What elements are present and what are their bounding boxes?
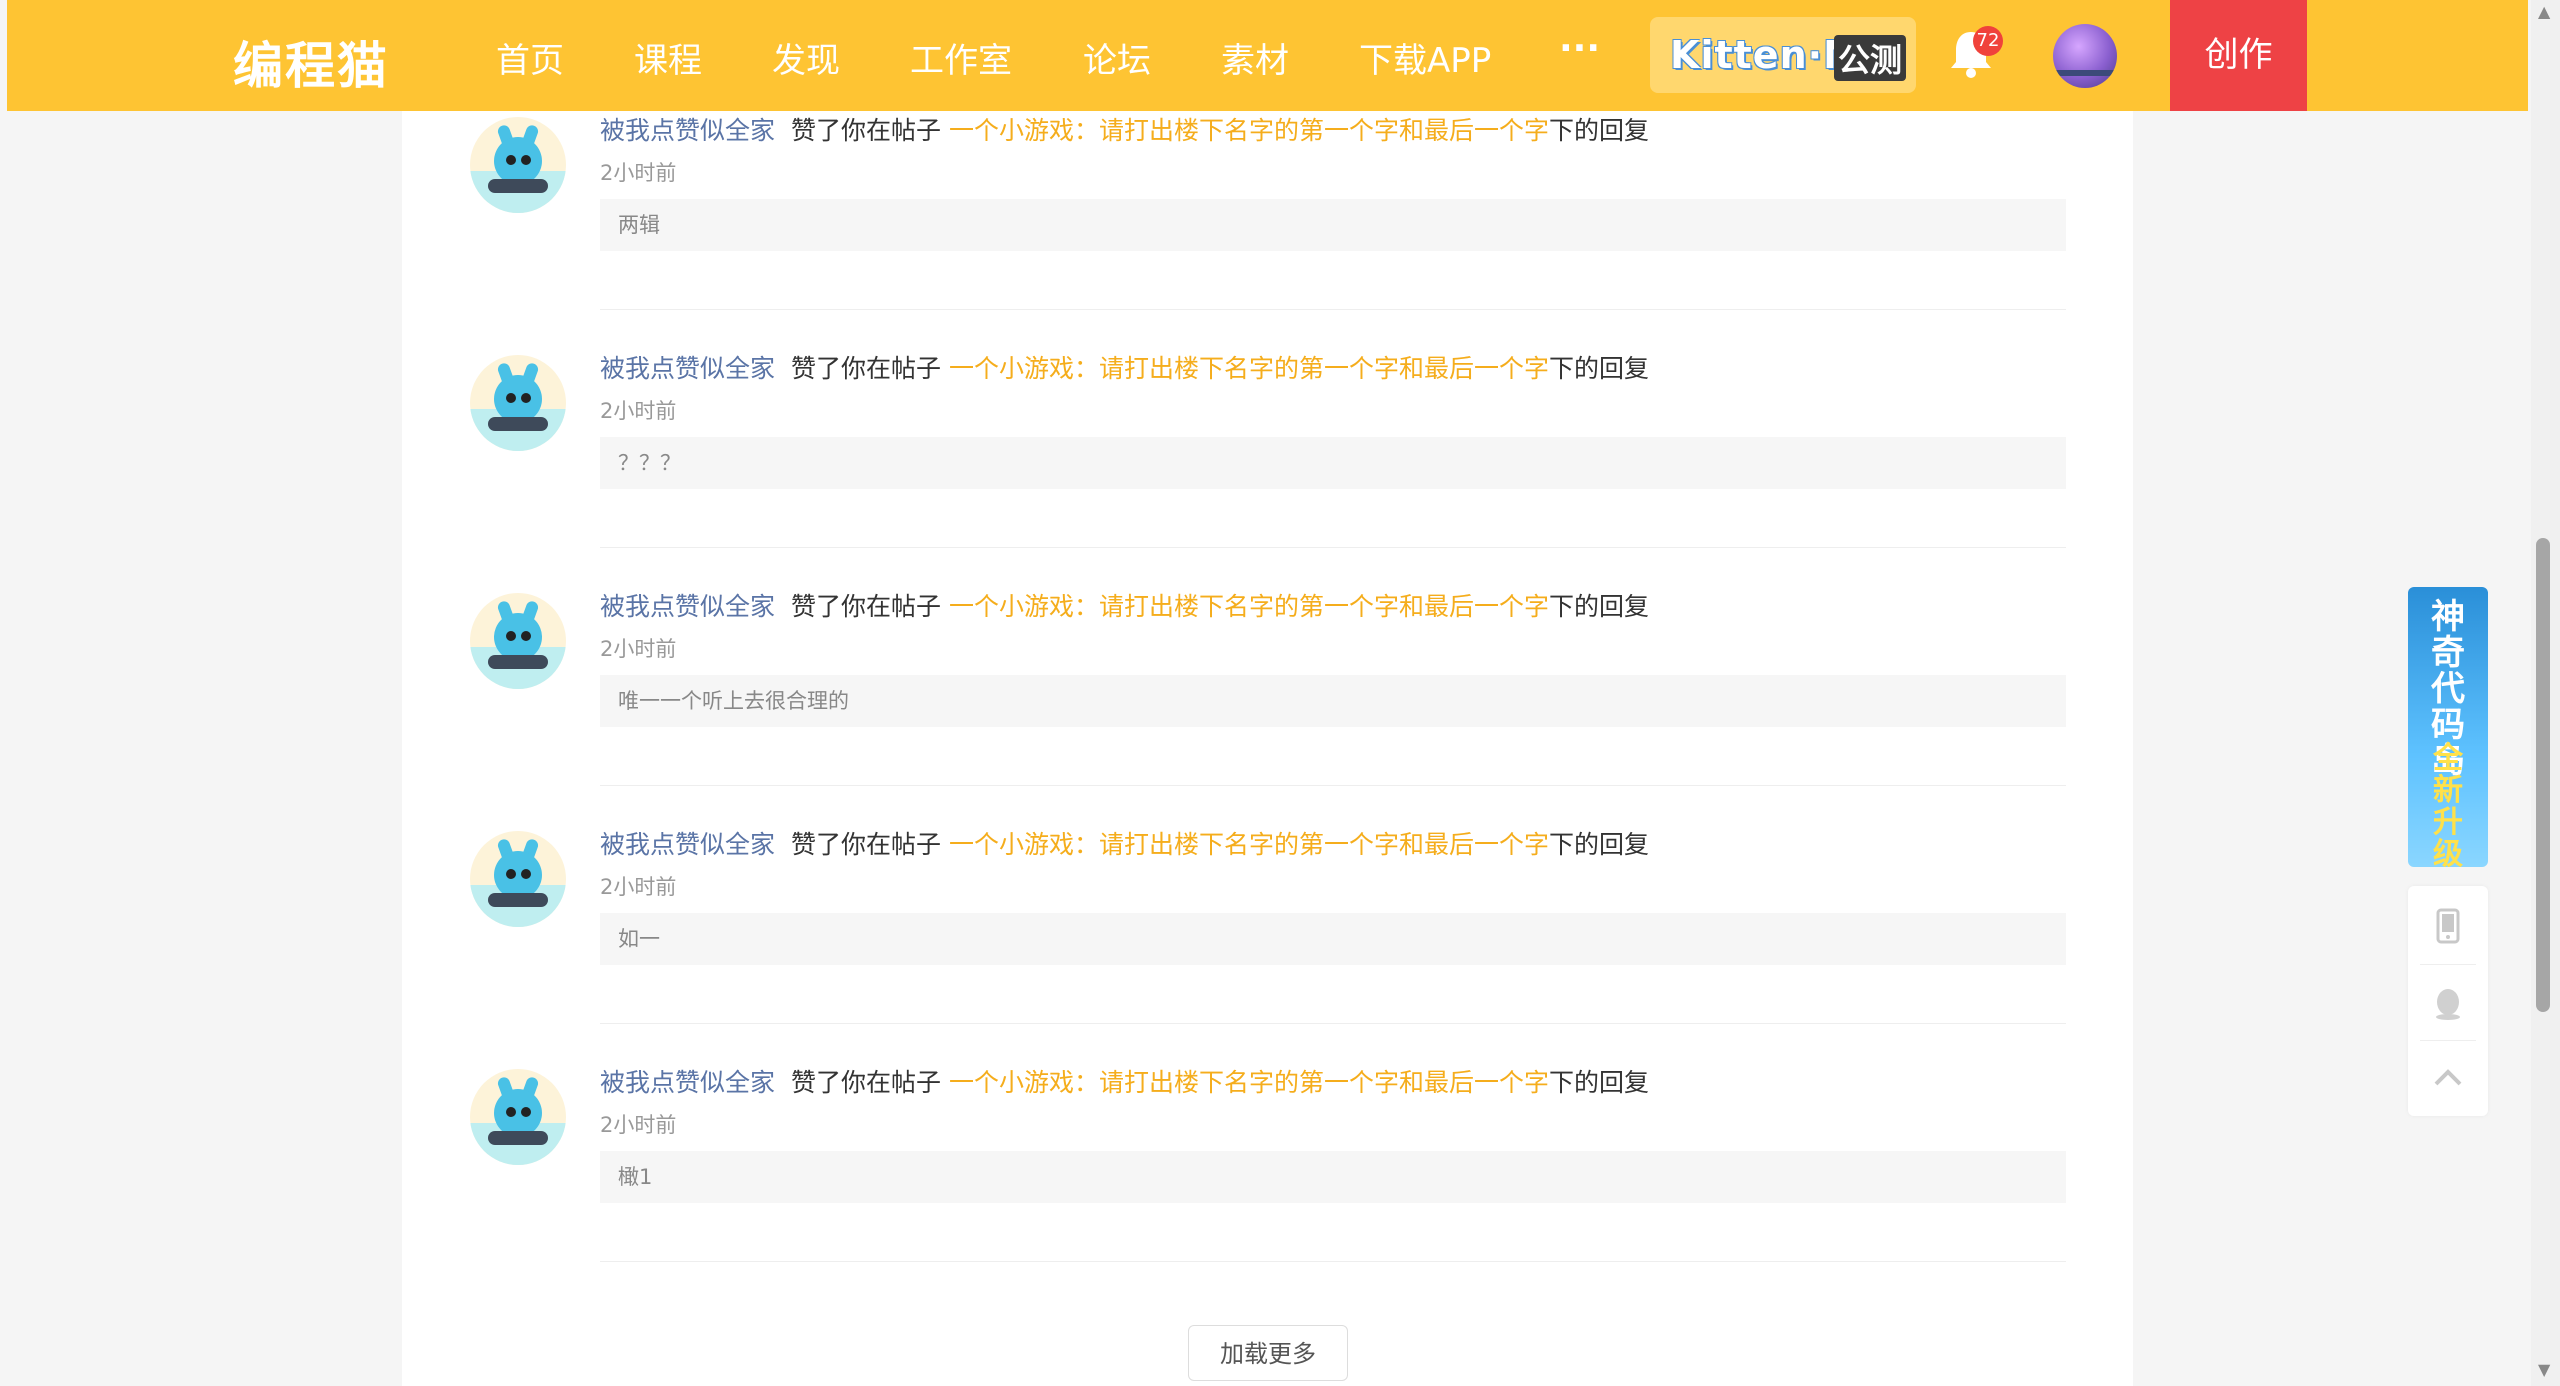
avatar[interactable] <box>470 831 566 927</box>
user-avatar[interactable] <box>2053 24 2117 88</box>
suffix-text: 下的回复 <box>1549 592 1650 621</box>
username-link[interactable]: 被我点赞似全家 <box>600 354 775 383</box>
avatar[interactable] <box>470 117 566 213</box>
divider <box>600 785 2066 786</box>
divider <box>2420 964 2476 965</box>
top-navbar: 编程猫 首页 课程 发现 工作室 论坛 素材 下载APP ··· Kitten·… <box>7 0 2528 111</box>
list-item: 被我点赞似全家 赞了你在帖子 一个小游戏：请打出楼下名字的第一个字和最后一个字下的回… <box>402 111 2133 349</box>
more-menu-icon[interactable]: ··· <box>1559 28 1600 69</box>
reply-quote[interactable]: ？？？ <box>600 437 2066 489</box>
notification-line: 被我点赞似全家 赞了你在帖子 一个小游戏：请打出楼下名字的第一个字和最后一个字下的回… <box>600 825 1649 861</box>
divider <box>600 1261 2066 1262</box>
scroll-up-arrow-icon[interactable]: ▲ <box>2538 2 2550 21</box>
action-text: 赞了你在帖子 <box>791 830 942 859</box>
reply-quote[interactable]: 唯一一个听上去很合理的 <box>600 675 2066 727</box>
kitten-n-button[interactable]: Kitten·N 公测 <box>1650 17 1916 93</box>
divider <box>600 309 2066 310</box>
avatar[interactable] <box>470 593 566 689</box>
suffix-text: 下的回复 <box>1549 354 1650 383</box>
post-link[interactable]: 一个小游戏：请打出楼下名字的第一个字和最后一个字 <box>949 830 1549 859</box>
reply-quote[interactable]: 如一 <box>600 913 2066 965</box>
suffix-text: 下的回复 <box>1549 1068 1650 1097</box>
qq-icon[interactable] <box>2408 968 2488 1040</box>
nav-materials[interactable]: 素材 <box>1221 33 1289 82</box>
side-toolbar <box>2408 886 2488 1116</box>
banner-subtitle: 全新升级 <box>2433 741 2463 868</box>
back-to-top-icon[interactable] <box>2408 1044 2488 1116</box>
kitten-n-tag: 公测 <box>1834 35 1907 81</box>
nav-download-app[interactable]: 下载APP <box>1359 33 1491 82</box>
action-text: 赞了你在帖子 <box>791 354 942 383</box>
divider <box>600 1023 2066 1024</box>
notification-line: 被我点赞似全家 赞了你在帖子 一个小游戏：请打出楼下名字的第一个字和最后一个字下的回… <box>600 349 1649 385</box>
suffix-text: 下的回复 <box>1549 116 1650 145</box>
notifications-panel: 被我点赞似全家 赞了你在帖子 一个小游戏：请打出楼下名字的第一个字和最后一个字下的回… <box>402 111 2133 1386</box>
nav-courses[interactable]: 课程 <box>634 33 702 82</box>
reply-quote[interactable]: 两辑 <box>600 199 2066 251</box>
phone-icon[interactable] <box>2408 890 2488 962</box>
avatar[interactable] <box>470 1069 566 1165</box>
username-link[interactable]: 被我点赞似全家 <box>600 830 775 859</box>
notification-line: 被我点赞似全家 赞了你在帖子 一个小游戏：请打出楼下名字的第一个字和最后一个字下的回… <box>600 1063 1649 1099</box>
list-item: 被我点赞似全家 赞了你在帖子 一个小游戏：请打出楼下名字的第一个字和最后一个字下的回… <box>402 1063 2133 1301</box>
nav-studio[interactable]: 工作室 <box>910 33 1012 82</box>
avatar[interactable] <box>470 355 566 451</box>
divider <box>600 547 2066 548</box>
timestamp: 2小时前 <box>600 875 677 899</box>
timestamp: 2小时前 <box>600 637 677 661</box>
username-link[interactable]: 被我点赞似全家 <box>600 1068 775 1097</box>
nav-home[interactable]: 首页 <box>496 33 564 82</box>
action-text: 赞了你在帖子 <box>791 116 942 145</box>
create-button[interactable]: 创作 <box>2170 0 2307 111</box>
username-link[interactable]: 被我点赞似全家 <box>600 592 775 621</box>
list-item: 被我点赞似全家 赞了你在帖子 一个小游戏：请打出楼下名字的第一个字和最后一个字下的回… <box>402 587 2133 825</box>
code-island-banner[interactable]: 神奇代码岛 全新升级 <box>2408 587 2488 867</box>
divider <box>2420 1040 2476 1041</box>
kitten-n-label: Kitten·N <box>1670 33 1856 77</box>
scrollbar-thumb[interactable] <box>2536 538 2550 1012</box>
post-link[interactable]: 一个小游戏：请打出楼下名字的第一个字和最后一个字 <box>949 1068 1549 1097</box>
nav-forum[interactable]: 论坛 <box>1083 33 1151 82</box>
username-link[interactable]: 被我点赞似全家 <box>600 116 775 145</box>
timestamp: 2小时前 <box>600 1113 677 1137</box>
load-more-button[interactable]: 加载更多 <box>1188 1325 1348 1381</box>
post-link[interactable]: 一个小游戏：请打出楼下名字的第一个字和最后一个字 <box>949 354 1549 383</box>
site-logo[interactable]: 编程猫 <box>233 26 389 98</box>
list-item: 被我点赞似全家 赞了你在帖子 一个小游戏：请打出楼下名字的第一个字和最后一个字下的回… <box>402 825 2133 1063</box>
notification-count-badge: 72 <box>1973 26 2003 56</box>
notification-line: 被我点赞似全家 赞了你在帖子 一个小游戏：请打出楼下名字的第一个字和最后一个字下的回… <box>600 111 1649 147</box>
nav-discover[interactable]: 发现 <box>772 33 840 82</box>
post-link[interactable]: 一个小游戏：请打出楼下名字的第一个字和最后一个字 <box>949 592 1549 621</box>
list-item: 被我点赞似全家 赞了你在帖子 一个小游戏：请打出楼下名字的第一个字和最后一个字下的回… <box>402 349 2133 587</box>
action-text: 赞了你在帖子 <box>791 592 942 621</box>
scroll-down-arrow-icon[interactable]: ▼ <box>2538 1360 2550 1379</box>
timestamp: 2小时前 <box>600 399 677 423</box>
reply-quote[interactable]: 橄1 <box>600 1151 2066 1203</box>
notification-line: 被我点赞似全家 赞了你在帖子 一个小游戏：请打出楼下名字的第一个字和最后一个字下的回… <box>600 587 1649 623</box>
timestamp: 2小时前 <box>600 161 677 185</box>
suffix-text: 下的回复 <box>1549 830 1650 859</box>
action-text: 赞了你在帖子 <box>791 1068 942 1097</box>
post-link[interactable]: 一个小游戏：请打出楼下名字的第一个字和最后一个字 <box>949 116 1549 145</box>
